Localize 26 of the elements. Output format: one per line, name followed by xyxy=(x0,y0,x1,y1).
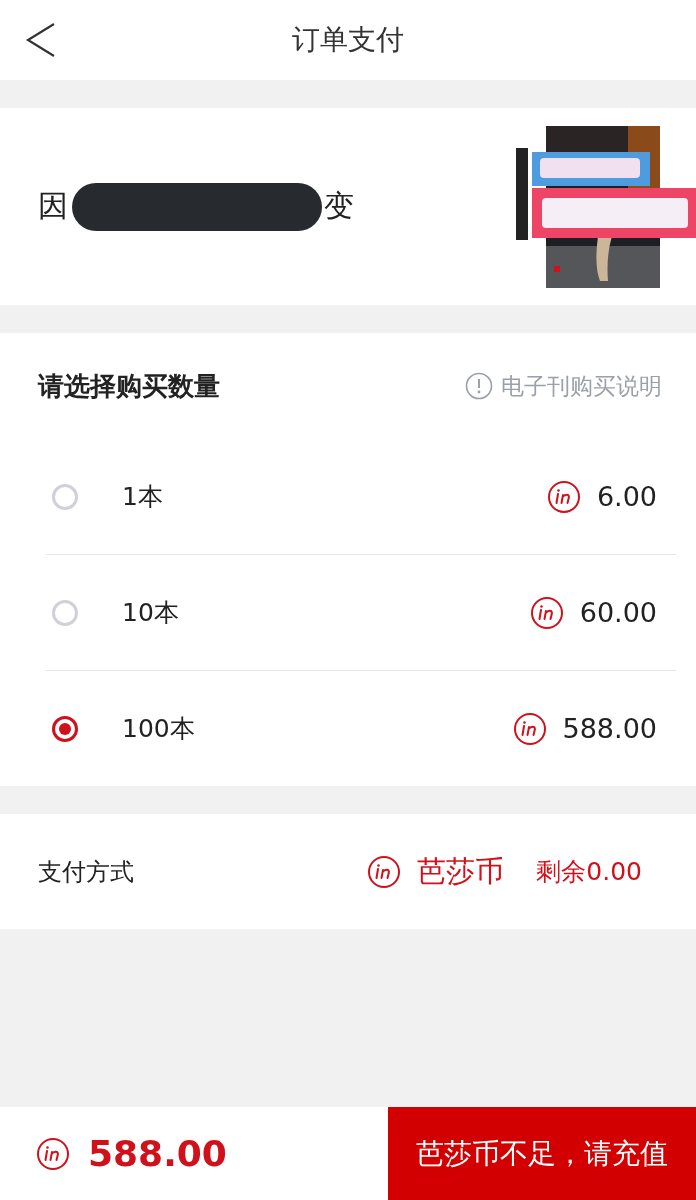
quantity-option[interactable]: 100本 588.00 xyxy=(46,671,676,786)
coin-icon xyxy=(367,854,402,889)
total-price: 588.00 xyxy=(88,1133,227,1174)
coin-icon xyxy=(36,1136,70,1171)
payment-label: 支付方式 xyxy=(38,856,134,888)
option-label: 1本 xyxy=(122,481,163,513)
option-label: 100本 xyxy=(122,713,195,745)
section-heading: 请选择购买数量 xyxy=(38,369,220,403)
info-icon xyxy=(465,372,493,400)
price: 60.00 xyxy=(579,597,657,628)
product-card[interactable]: 因 变 xyxy=(0,108,696,305)
recharge-button[interactable]: 芭莎币不足，请充值 xyxy=(388,1107,696,1200)
quantity-option[interactable]: 1本 6.00 xyxy=(46,439,676,555)
coin-icon xyxy=(546,479,581,514)
payment-method: 芭莎币 xyxy=(417,852,505,890)
price: 588.00 xyxy=(562,713,657,744)
quantity-option[interactable]: 10本 60.00 xyxy=(46,555,676,671)
product-title: 变 xyxy=(324,187,354,225)
radio-button[interactable] xyxy=(52,715,78,742)
price: 6.00 xyxy=(596,481,657,512)
product-title: 因 xyxy=(38,187,68,225)
coin-icon xyxy=(529,595,564,630)
page-title: 订单支付 xyxy=(292,22,404,58)
option-label: 10本 xyxy=(122,597,179,629)
balance: 剩余0.00 xyxy=(536,856,642,888)
coin-icon xyxy=(512,711,547,746)
